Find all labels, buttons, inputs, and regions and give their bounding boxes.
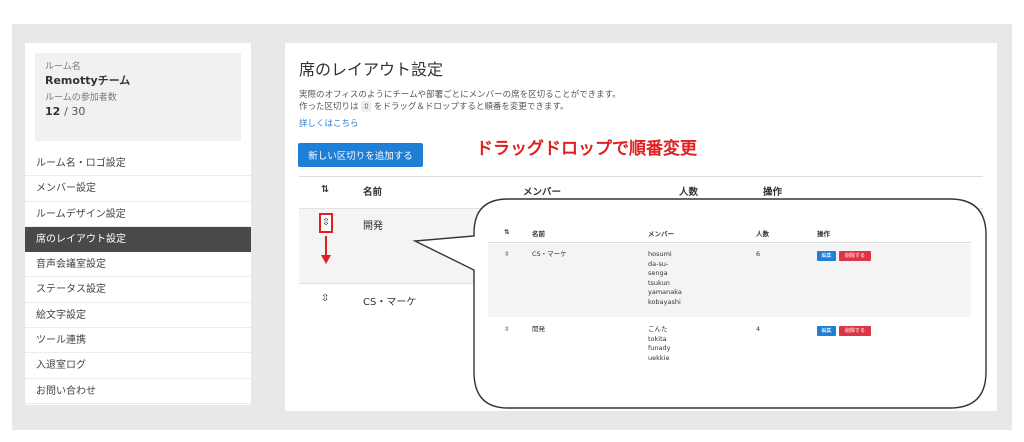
member-name: uekkie [648, 353, 670, 362]
zoom-col-name: 名前 [532, 230, 545, 238]
edit-button[interactable]: 編集 [817, 326, 836, 336]
zoom-col-members: メンバー [648, 230, 674, 238]
zoom-col-action: 操作 [817, 230, 830, 238]
zoomed-table: ⇅ 名前 メンバー 人数 操作 ⇳ CS・マーケ hosumi da-su- s… [488, 221, 971, 371]
member-name: hosumi [648, 250, 672, 258]
drag-handle-icon[interactable]: ⇳ [504, 250, 509, 260]
member-name: funady [648, 344, 671, 352]
edit-button[interactable]: 編集 [817, 251, 836, 261]
zoom-row-name: CS・マーケ [532, 250, 567, 258]
zoom-table-header: ⇅ 名前 メンバー 人数 操作 [488, 221, 971, 243]
zoom-row-count: 4 [756, 325, 761, 333]
member-name: tsukun [648, 278, 670, 287]
delete-button[interactable]: 削除する [839, 251, 871, 261]
zoom-row-count: 6 [756, 250, 761, 258]
zoom-col-sort: ⇅ [504, 228, 510, 236]
member-name: kobayashi [648, 297, 681, 306]
zoom-row-members: こんた tokita funady uekkie [648, 325, 670, 363]
member-name: da-su- [648, 259, 669, 268]
drag-handle-icon[interactable]: ⇳ [504, 325, 509, 335]
member-name: こんた [648, 325, 668, 333]
table-row: ⇳ 開発 こんた tokita funady uekkie 4 編集 削除する [488, 318, 971, 371]
table-row: ⇳ CS・マーケ hosumi da-su- senga tsukun yama… [488, 244, 971, 317]
delete-button[interactable]: 削除する [839, 326, 871, 336]
member-name: tokita [648, 334, 667, 343]
member-name: senga [648, 269, 668, 277]
zoom-row-members: hosumi da-su- senga tsukun yamanaka koba… [648, 250, 682, 307]
zoom-row-name: 開発 [532, 325, 545, 333]
zoom-col-count: 人数 [756, 230, 769, 238]
member-name: yamanaka [648, 288, 682, 296]
